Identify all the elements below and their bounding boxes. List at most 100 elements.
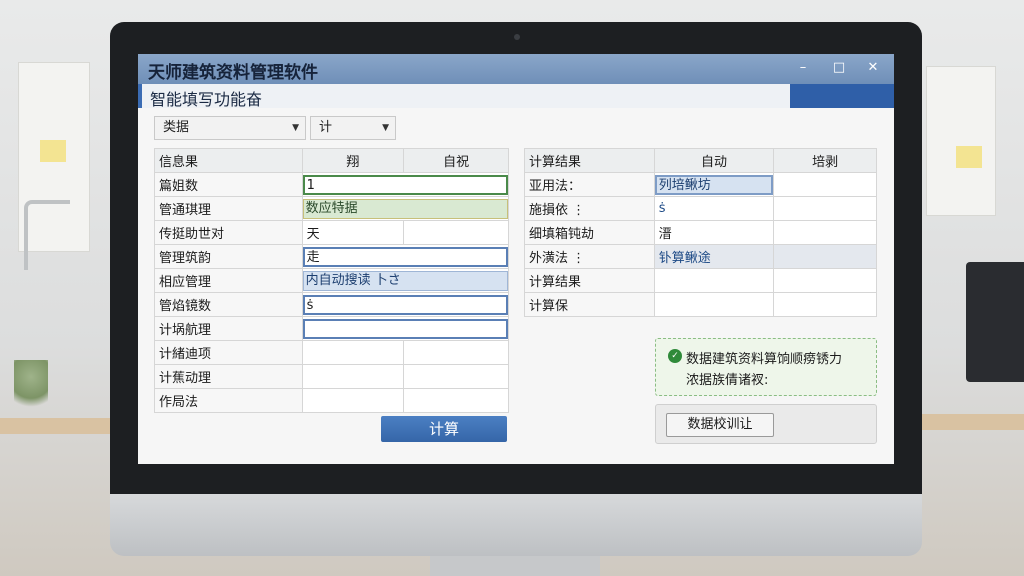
row-label: 计算保 xyxy=(524,292,655,317)
mode-select-value: 计 xyxy=(319,120,333,135)
row-label: 相应管理 xyxy=(154,268,303,293)
monitor-chin xyxy=(110,494,922,556)
value-input[interactable]: 内自动搜读 卜さ xyxy=(303,270,508,291)
sticky-note xyxy=(956,146,982,168)
maximize-icon[interactable]: □ xyxy=(830,59,848,77)
value-input[interactable]: 数应特据 xyxy=(303,198,508,219)
mode-select[interactable]: 计 ▼ xyxy=(310,116,396,140)
value-cell[interactable]: 溍 xyxy=(653,220,775,245)
row-label: 传挺助世对 xyxy=(154,220,303,245)
value-cell[interactable]: 钋算鳅途 xyxy=(653,244,775,269)
adjust-cell[interactable] xyxy=(773,244,877,269)
webcam-icon xyxy=(514,34,520,40)
result-table: 计算结果 自动 培剥 亚用法： 列培鳅坊 施損依 ⋮ ṡ 细填箱钝劫 溍 外潢法… xyxy=(524,148,877,317)
row-label: 管通琪理 xyxy=(154,196,303,221)
row-label: 管理筑韵 xyxy=(154,244,303,269)
table-row: 管通琪理 数应特据 xyxy=(154,196,510,221)
value-cell[interactable] xyxy=(653,292,775,317)
table-row: 计蕉动理 xyxy=(154,364,509,389)
table-header-row: 信息果 翔 自祝 xyxy=(154,148,509,173)
value-cell[interactable]: ṡ xyxy=(653,196,775,221)
value-input[interactable]: 1 xyxy=(303,174,508,195)
value-cell[interactable]: 天 xyxy=(301,220,405,245)
table-row: 计算结果 xyxy=(524,268,877,293)
monitor-stand xyxy=(430,556,600,576)
column-header: 计算结果 xyxy=(524,148,655,173)
subheader: 智能填写功能奋 xyxy=(138,84,894,109)
plant xyxy=(14,360,48,416)
table-row: 计算保 xyxy=(524,292,877,317)
value-cell[interactable] xyxy=(301,364,405,389)
value-cell xyxy=(301,316,510,341)
adjust-cell[interactable] xyxy=(773,292,877,317)
table-header-row: 计算结果 自动 培剥 xyxy=(524,148,877,173)
desk-left xyxy=(0,418,112,434)
table-row: 外潢法 ⋮ 钋算鳅途 xyxy=(524,244,877,269)
minimize-icon[interactable]: – xyxy=(794,59,812,77)
table-row: 计埚航理 xyxy=(154,316,510,341)
row-label: 计算结果 xyxy=(524,268,655,293)
table-row: 篇姐数 1 xyxy=(154,172,510,197)
category-select[interactable]: 类据 ▼ xyxy=(154,116,306,140)
adjust-cell[interactable] xyxy=(773,268,877,293)
column-header: 翔 xyxy=(301,148,405,173)
value-cell: 走 xyxy=(301,244,510,269)
value-cell: 数应特据 xyxy=(301,196,510,221)
table-row: 管焰镜数 ṡ xyxy=(154,292,510,317)
notice-text: 浓据族倩诸衩: xyxy=(686,373,769,388)
column-header: 自动 xyxy=(653,148,775,173)
desk-right xyxy=(918,414,1024,430)
table-row: 细填箱钝劫 溍 xyxy=(524,220,877,245)
row-label: 计緒迪项 xyxy=(154,340,303,365)
sticky-note xyxy=(40,140,66,162)
value-cell[interactable] xyxy=(301,340,405,365)
auto-cell[interactable] xyxy=(403,340,509,365)
table-row: 相应管理 内自动搜读 卜さ xyxy=(154,268,510,293)
desk-lamp xyxy=(24,200,70,270)
chevron-down-icon: ▼ xyxy=(382,123,389,133)
calculate-button[interactable]: 计算 xyxy=(381,416,507,442)
verify-button[interactable]: 数据校训让 xyxy=(666,413,774,437)
value-input[interactable] xyxy=(303,318,508,339)
row-label: 计埚航理 xyxy=(154,316,303,341)
table-row: 计緒迪项 xyxy=(154,340,509,365)
value-cell[interactable] xyxy=(301,388,405,413)
value-cell[interactable] xyxy=(653,268,775,293)
table-row: 管理筑韵 走 xyxy=(154,244,510,269)
auto-cell[interactable] xyxy=(403,220,509,245)
row-label: 作局法 xyxy=(154,388,303,413)
value-cell: ṡ xyxy=(301,292,510,317)
category-select-value: 类据 xyxy=(163,120,190,135)
value-input[interactable]: 走 xyxy=(303,246,508,267)
check-circle-icon: ✓ xyxy=(668,349,682,363)
status-notice: ✓ 数据建筑资料算饷顺痨锈力 浓据族倩诸衩: xyxy=(655,338,877,396)
adjust-cell[interactable] xyxy=(773,172,877,197)
app-title: 天师建筑资料管理软件 xyxy=(148,63,318,83)
wall-board-right xyxy=(926,66,996,216)
action-panel: 数据校训让 xyxy=(655,404,877,444)
input-table: 信息果 翔 自祝 篇姐数 1 管通琪理 数应特据 传挺助世对 天 管理筑韵 走 … xyxy=(154,148,510,413)
value-input[interactable]: ṡ xyxy=(303,294,508,315)
row-label: 篇姐数 xyxy=(154,172,303,197)
table-row: 作局法 xyxy=(154,388,509,413)
close-icon[interactable]: ✕ xyxy=(864,59,882,77)
title-bar: 天师建筑资料管理软件 – □ ✕ xyxy=(138,54,894,84)
value-cell: 1 xyxy=(301,172,510,197)
auto-cell[interactable] xyxy=(403,388,509,413)
value-input[interactable]: 列培鳅坊 xyxy=(655,174,773,195)
auto-cell[interactable] xyxy=(403,364,509,389)
value-cell: 内自动搜读 卜さ xyxy=(301,268,510,293)
value-cell: 列培鳅坊 xyxy=(653,172,775,197)
row-label: 施損依 ⋮ xyxy=(524,196,655,221)
subheader-panel: 智能填写功能奋 xyxy=(138,84,790,109)
row-label: 计蕉动理 xyxy=(154,364,303,389)
column-header: 培剥 xyxy=(773,148,877,173)
chevron-down-icon: ▼ xyxy=(292,123,299,133)
row-label: 管焰镜数 xyxy=(154,292,303,317)
row-label: 外潢法 ⋮ xyxy=(524,244,655,269)
table-row: 亚用法： 列培鳅坊 xyxy=(524,172,877,197)
table-row: 施損依 ⋮ ṡ xyxy=(524,196,877,221)
adjust-cell[interactable] xyxy=(773,196,877,221)
background-monitor xyxy=(966,262,1024,382)
adjust-cell[interactable] xyxy=(773,220,877,245)
